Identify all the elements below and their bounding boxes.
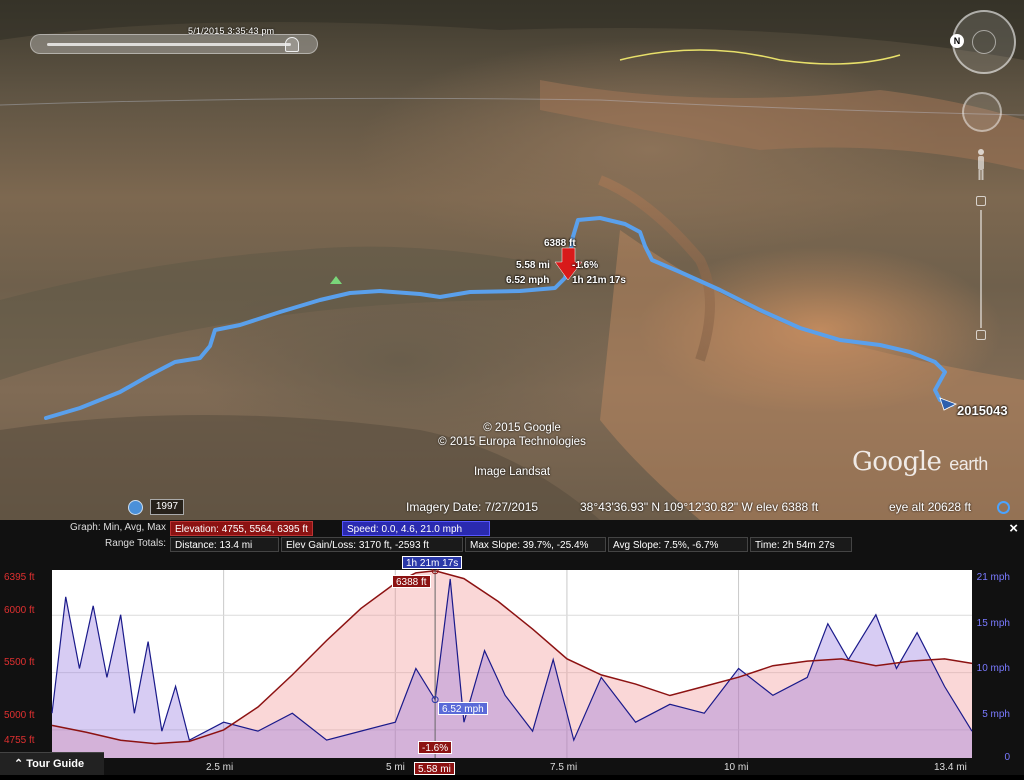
y-right-tick: 10 mph	[976, 663, 1010, 674]
y-right-tick: 5 mph	[982, 709, 1010, 720]
path-elev-label: 6388 ft	[544, 238, 576, 249]
elevation-stat-chip[interactable]: Elevation: 4755, 5564, 6395 ft	[170, 521, 313, 536]
historical-imagery-icon[interactable]	[128, 500, 143, 515]
time-chip: Time: 2h 54m 27s	[750, 537, 852, 552]
y-left-tick: 5500 ft	[4, 657, 35, 668]
y-right-tick: 0	[1004, 752, 1010, 763]
x-tick: 13.4 mi	[934, 762, 967, 773]
y-right-tick: 15 mph	[976, 618, 1010, 629]
x-tick: 2.5 mi	[206, 762, 234, 773]
profile-chart-svg[interactable]	[0, 556, 1024, 775]
time-slider-thumb[interactable]	[285, 37, 299, 52]
x-tick: 7.5 mi	[550, 762, 578, 773]
zoom-track[interactable]	[980, 210, 982, 328]
speed-stat-chip[interactable]: Speed: 0.0, 4.6, 21.0 mph	[342, 521, 490, 536]
look-joystick[interactable]	[962, 92, 1002, 132]
max-slope-chip: Max Slope: 39.7%, -25.4%	[465, 537, 606, 552]
cursor-elev-tag: 6388 ft	[392, 575, 431, 588]
compass-control[interactable]: N	[950, 10, 1016, 74]
pegman-icon[interactable]	[976, 148, 986, 182]
historical-year-badge[interactable]: 1997	[150, 499, 184, 515]
cursor-slope-tag: -1.6%	[418, 741, 453, 754]
track-end-label[interactable]: 2015043	[957, 403, 1008, 418]
streaming-indicator-icon	[997, 501, 1010, 514]
cursor-speed-tag: 6.52 mph	[438, 702, 488, 715]
time-slider[interactable]	[30, 34, 318, 54]
close-profile-button[interactable]: ×	[1009, 520, 1018, 537]
y-right-tick: 21 mph	[976, 572, 1010, 583]
y-left-tick: 6000 ft	[4, 605, 35, 616]
north-icon[interactable]: N	[950, 34, 964, 48]
cursor-time-tag: 1h 21m 17s	[402, 556, 463, 569]
image-credit: Image Landsat	[473, 466, 551, 478]
profile-chart[interactable]: 6395 ft 6000 ft 5500 ft 5000 ft 4755 ft …	[0, 556, 1024, 775]
zoom-slider[interactable]	[976, 196, 986, 342]
range-totals-label: Range Totals:	[105, 538, 166, 549]
x-tick: 5 mi	[386, 762, 405, 773]
eye-altitude: eye alt 20628 ft	[889, 500, 972, 514]
avg-slope-chip: Avg Slope: 7.5%, -6.7%	[608, 537, 748, 552]
path-speed-label: 6.52 mph	[506, 275, 550, 286]
y-left-tick: 4755 ft	[4, 735, 35, 746]
time-slider-track[interactable]	[47, 43, 291, 46]
distance-chip: Distance: 13.4 mi	[170, 537, 279, 552]
google-earth-logo: Google earth	[852, 447, 988, 477]
path-slope-label: -1.6%	[572, 260, 599, 271]
cursor-coordinates: 38°43'36.93" N 109°12'30.82" W elev 6388…	[580, 500, 819, 514]
copyright-google: © 2015 Google	[483, 422, 561, 434]
y-left-tick: 5000 ft	[4, 710, 35, 721]
elev-gain-chip: Elev Gain/Loss: 3170 ft, -2593 ft	[281, 537, 463, 552]
elevation-profile-panel: Graph: Min, Avg, Max Elevation: 4755, 55…	[0, 520, 1024, 775]
tour-guide-button[interactable]: ⌃ Tour Guide	[0, 752, 104, 775]
zoom-in-button[interactable]	[976, 196, 986, 206]
path-dist-label: 5.58 mi	[516, 260, 550, 271]
map-view[interactable]: 5/1/2015 3:35:43 pm N 6388 ft 5.58 mi -1…	[0, 0, 1024, 520]
compass-center[interactable]	[972, 30, 996, 54]
zoom-out-button[interactable]	[976, 330, 986, 340]
graph-label: Graph: Min, Avg, Max	[70, 522, 166, 533]
time-slider-label: 5/1/2015 3:35:43 pm	[188, 26, 275, 36]
road-line	[619, 49, 901, 65]
x-tick: 10 mi	[724, 762, 749, 773]
copyright-europa: © 2015 Europa Technologies	[438, 436, 586, 448]
path-time-label: 1h 21m 17s	[572, 275, 626, 286]
cursor-distance-tag: 5.58 mi	[414, 762, 455, 775]
y-left-tick: 6395 ft	[4, 572, 35, 583]
imagery-date: Imagery Date: 7/27/2015	[406, 500, 539, 514]
